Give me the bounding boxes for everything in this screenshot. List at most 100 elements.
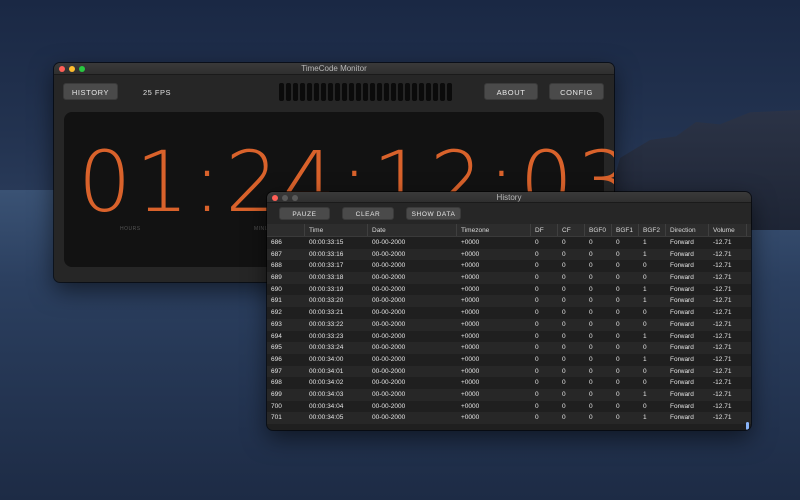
column-header[interactable]: BGF1: [612, 224, 639, 236]
table-cell: +0000: [461, 285, 480, 293]
table-cell: +0000: [461, 250, 480, 258]
monitor-titlebar[interactable]: TimeCode Monitor: [54, 63, 614, 75]
table-cell: 698: [271, 379, 282, 387]
table-cell: 1: [643, 414, 647, 422]
table-cell: 697: [271, 367, 282, 375]
column-header[interactable]: Time: [305, 224, 368, 236]
table-cell: -12.71: [713, 274, 732, 282]
table-row[interactable]: 694 00:00:33:23 00-00-2000 +0000 0 0 0 0 1 Forwar…: [267, 330, 751, 343]
config-button[interactable]: CONFIG: [549, 83, 604, 100]
table-row[interactable]: 688 00:00:33:17 00-00-2000 +0000 0 0 0 0 0 Forwar…: [267, 260, 751, 273]
column-header[interactable]: Volume: [709, 224, 747, 236]
table-row[interactable]: 695 00:00:33:24 00-00-2000 +0000 0 0 0 0 0 Forwar…: [267, 342, 751, 354]
table-cell: 0: [616, 262, 620, 270]
about-button[interactable]: ABOUT: [484, 83, 538, 100]
table-cell: 0: [643, 402, 647, 410]
bit-indicator: [391, 83, 396, 101]
history-table[interactable]: Time Date Timezone DF CF BGF0 BGF1 BGF2 Directio…: [267, 224, 751, 424]
table-cell: 00-00-2000: [372, 355, 406, 363]
table-row[interactable]: 698 00:00:34:02 00-00-2000 +0000 0 0 0 0 0 Forwar…: [267, 377, 751, 389]
column-header[interactable]: Direction: [666, 224, 709, 236]
table-cell: 0: [643, 379, 647, 387]
table-row[interactable]: 686 00:00:33:15 00-00-2000 +0000 0 0 0 0 1 Forwar…: [267, 237, 751, 249]
show-data-button[interactable]: SHOW DATA: [406, 207, 461, 220]
column-header[interactable]: [267, 224, 305, 236]
bit-indicator: [349, 83, 354, 101]
table-cell: 0: [562, 309, 566, 317]
column-header[interactable]: BGF2: [639, 224, 666, 236]
table-row[interactable]: 689 00:00:33:18 00-00-2000 +0000 0 0 0 0 0 Forwar…: [267, 272, 751, 284]
table-cell: Forward: [670, 390, 694, 398]
table-cell: 00:00:33:24: [309, 344, 344, 352]
table-row[interactable]: 701 00:00:34:05 00-00-2000 +0000 0 0 0 0 1 Forwar…: [267, 412, 751, 424]
table-cell: Forward: [670, 379, 694, 387]
table-cell: 0: [643, 344, 647, 352]
table-cell: 0: [589, 320, 593, 328]
column-header[interactable]: Date: [368, 224, 457, 236]
history-window: History PAUZE CLEAR SHOW DATA Time Date Ti…: [267, 192, 751, 430]
table-cell: 00:00:33:19: [309, 285, 344, 293]
bit-indicator: [363, 83, 368, 101]
bit-indicator: [377, 83, 382, 101]
table-row[interactable]: 700 00:00:34:04 00-00-2000 +0000 0 0 0 0 0 Forwar…: [267, 400, 751, 413]
table-cell: -12.71: [713, 390, 732, 398]
table-row[interactable]: 690 00:00:33:19 00-00-2000 +0000 0 0 0 0 1 Forwar…: [267, 283, 751, 296]
table-row[interactable]: 691 00:00:33:20 00-00-2000 +0000 0 0 0 0 1 Forwar…: [267, 295, 751, 308]
table-cell: 0: [616, 379, 620, 387]
table-cell: 0: [616, 250, 620, 258]
table-row[interactable]: 697 00:00:34:01 00-00-2000 +0000 0 0 0 0 0 Forwar…: [267, 365, 751, 378]
table-cell: Forward: [670, 262, 694, 270]
scrollbar[interactable]: [746, 422, 749, 430]
column-header[interactable]: Timezone: [457, 224, 531, 236]
table-cell: 0: [535, 297, 539, 305]
table-cell: 0: [589, 239, 593, 246]
table-cell: 0: [589, 262, 593, 270]
table-cell: 0: [562, 239, 566, 246]
bit-indicator: [384, 83, 389, 101]
bit-indicator: [328, 83, 333, 101]
table-cell: 0: [616, 414, 620, 422]
table-cell: 0: [589, 367, 593, 375]
table-row[interactable]: 693 00:00:33:22 00-00-2000 +0000 0 0 0 0 0 Forwar…: [267, 318, 751, 331]
table-cell: 695: [271, 344, 282, 352]
table-cell: 0: [616, 297, 620, 305]
table-cell: -12.71: [713, 320, 732, 328]
table-cell: 690: [271, 285, 282, 293]
bit-indicator: [440, 83, 445, 101]
clear-button[interactable]: CLEAR: [342, 207, 394, 220]
table-cell: 0: [589, 309, 593, 317]
column-header[interactable]: BGF0: [585, 224, 612, 236]
table-cell: 0: [535, 355, 539, 363]
pauze-button[interactable]: PAUZE: [279, 207, 330, 220]
table-cell: 0: [616, 309, 620, 317]
table-row[interactable]: 687 00:00:33:16 00-00-2000 +0000 0 0 0 0 1 Forwar…: [267, 248, 751, 261]
bit-indicator: [419, 83, 424, 101]
table-cell: 0: [589, 250, 593, 258]
table-cell: +0000: [461, 390, 480, 398]
table-row[interactable]: 696 00:00:34:00 00-00-2000 +0000 0 0 0 0 1 Forwar…: [267, 353, 751, 366]
history-button[interactable]: HISTORY: [63, 83, 118, 100]
table-cell: 00-00-2000: [372, 239, 406, 246]
table-cell: 00:00:34:00: [309, 355, 344, 363]
table-row[interactable]: 692 00:00:33:21 00-00-2000 +0000 0 0 0 0 0 Forwar…: [267, 307, 751, 319]
history-titlebar[interactable]: History: [267, 192, 751, 203]
table-cell: 0: [562, 320, 566, 328]
table-cell: +0000: [461, 320, 480, 328]
table-cell: Forward: [670, 250, 694, 258]
signal-bits-indicator: [279, 83, 452, 101]
table-cell: 00-00-2000: [372, 379, 406, 387]
table-cell: +0000: [461, 262, 480, 270]
table-cell: +0000: [461, 332, 480, 340]
table-cell: 00:00:34:04: [309, 402, 344, 410]
table-cell: 0: [589, 332, 593, 340]
table-cell: Forward: [670, 309, 694, 317]
table-cell: Forward: [670, 367, 694, 375]
column-header[interactable]: CF: [558, 224, 585, 236]
table-cell: Forward: [670, 355, 694, 363]
table-cell: 0: [535, 250, 539, 258]
table-row[interactable]: 699 00:00:34:03 00-00-2000 +0000 0 0 0 0 1 Forwar…: [267, 388, 751, 401]
table-cell: 0: [616, 274, 620, 282]
column-header[interactable]: DF: [531, 224, 558, 236]
fps-label: 25 FPS: [143, 88, 172, 97]
table-cell: 00-00-2000: [372, 309, 406, 317]
